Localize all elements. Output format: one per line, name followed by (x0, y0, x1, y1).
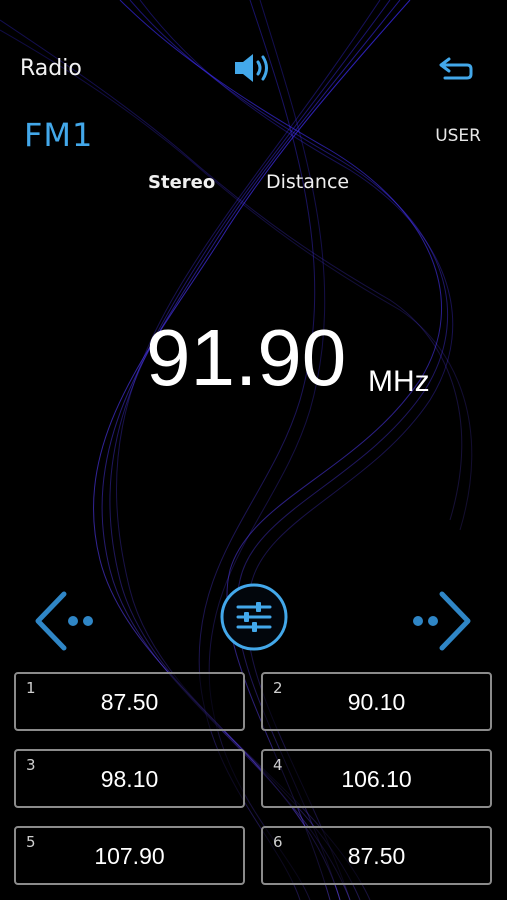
user-mode-label[interactable]: USER (435, 126, 481, 146)
speaker-volume-icon[interactable] (232, 50, 276, 86)
equalizer-sliders-icon[interactable] (218, 581, 290, 653)
return-arrow-icon[interactable] (437, 54, 475, 84)
seek-left-icon[interactable] (28, 586, 98, 656)
preset-button-4[interactable]: 4 106.10 (261, 749, 492, 808)
page-title: Radio (20, 56, 82, 81)
distance-indicator: Distance (266, 171, 350, 193)
seek-right-icon[interactable] (408, 586, 478, 656)
preset-frequency: 90.10 (347, 689, 406, 715)
preset-button-3[interactable]: 3 98.10 (14, 749, 245, 808)
frequency-display: 91.90 (146, 313, 347, 402)
preset-frequency: 87.50 (347, 843, 406, 869)
stereo-indicator: Stereo (148, 172, 216, 193)
preset-frequency: 107.90 (94, 843, 165, 869)
preset-frequency: 98.10 (100, 766, 159, 792)
preset-button-2[interactable]: 2 90.10 (261, 672, 492, 731)
preset-frequency: 87.50 (100, 689, 159, 715)
preset-frequency: 106.10 (341, 766, 412, 792)
band-label[interactable]: FM1 (24, 116, 93, 154)
preset-button-5[interactable]: 5 107.90 (14, 826, 245, 885)
preset-button-6[interactable]: 6 87.50 (261, 826, 492, 885)
preset-button-1[interactable]: 1 87.50 (14, 672, 245, 731)
frequency-unit: MHz (368, 365, 430, 398)
